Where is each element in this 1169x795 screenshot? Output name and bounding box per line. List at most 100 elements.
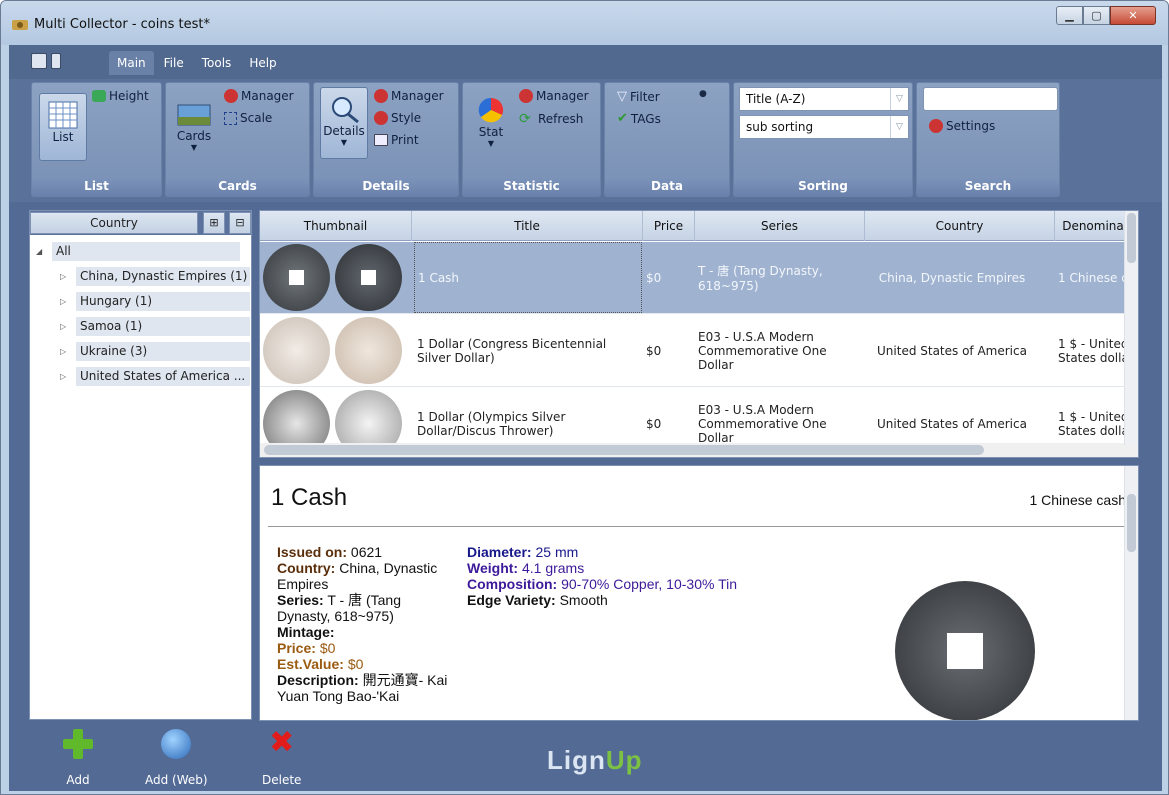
menu-file[interactable]: File [156,51,192,75]
tree-node[interactable]: ▷ China, Dynastic Empires (1) [60,266,250,286]
details-view-button[interactable]: Details ▼ [320,87,368,159]
tree-node[interactable]: ▷ United States of America ... [60,366,250,386]
tree-node[interactable]: ▷ Samoa (1) [60,316,250,336]
detail-title: 1 Cash [271,484,348,511]
cell-series: E03 - U.S.A Modern Commemorative One Dol… [698,329,827,372]
column-header-title[interactable]: Title [412,211,643,241]
coin-obverse-thumbnail [263,244,330,311]
details-icon [332,97,359,124]
details-manager-button[interactable]: Manager [374,89,444,103]
column-header-country[interactable]: Country [865,211,1055,241]
column-header-series[interactable]: Series [695,211,865,241]
minimize-button[interactable]: ▁ [1056,6,1083,25]
menu-main[interactable]: Main [109,51,154,75]
stat-label: Stat [478,125,504,139]
tree-node-all[interactable]: ◢ All [36,241,240,261]
tree-column-header[interactable]: Country [30,212,198,234]
collapsed-arrow-icon[interactable]: ▷ [60,272,70,281]
group-label-sorting: Sorting [734,177,912,196]
cards-manager-button[interactable]: Manager [224,89,294,103]
description-label: Description: [277,672,359,688]
list-icon [48,101,78,129]
print-button[interactable]: Print [374,133,419,147]
height-button[interactable]: Height [92,89,149,103]
logo-text-a: Lign [547,745,606,775]
add-web-label: Add (Web) [145,773,208,787]
refresh-button[interactable]: ⟳ Refresh [519,111,583,127]
cell-title: 1 Cash [414,242,642,313]
stat-button[interactable]: Stat ▼ [467,89,515,157]
grid-vertical-scrollbar[interactable] [1124,211,1138,445]
chevron-down-icon: ▽ [890,116,908,138]
column-header-price[interactable]: Price [643,211,695,241]
subsort-value: sub sorting [746,120,814,134]
group-label-search: Search [917,177,1059,196]
scrollbar-thumb[interactable] [1127,494,1136,552]
add-web-button[interactable]: Add (Web) [145,729,208,787]
style-label: Style [391,111,422,125]
close-button[interactable]: ✕ [1110,6,1156,25]
table-row[interactable]: 1 Cash $0 T - 唐 (Tang Dynasty, 618~975) … [260,242,1138,314]
quick-access [31,53,61,69]
tree-node[interactable]: ▷ Hungary (1) [60,291,250,311]
collapsed-arrow-icon[interactable]: ▷ [60,297,70,306]
stat-dropdown-icon[interactable]: ▼ [488,139,494,148]
style-button[interactable]: Style [374,111,421,125]
collapsed-arrow-icon[interactable]: ▷ [60,347,70,356]
group-label-cards: Cards [166,177,309,196]
search-input[interactable] [923,87,1058,111]
expanded-arrow-icon[interactable]: ◢ [36,247,46,256]
cards-view-button[interactable]: Cards ▼ [170,93,218,161]
ribbon-group-search: Settings Search [916,82,1060,197]
table-row[interactable]: 1 Dollar (Congress Bicentennial Silver D… [260,315,1138,387]
tags-button[interactable]: ✔ TAGs [617,111,661,126]
list-view-label: List [52,130,74,144]
title-bar: Multi Collector - coins test* ▁ ▢ ✕ [1,1,1168,45]
detail-denomination: 1 Chinese cash [1029,492,1126,508]
height-label: Height [109,89,149,103]
detail-vertical-scrollbar[interactable] [1124,466,1138,720]
ribbon: List Height List Cards ▼ Manager Scale C… [9,79,1162,202]
column-header-thumbnail[interactable]: Thumbnail [260,211,412,241]
scrollbar-thumb[interactable] [264,445,984,455]
tree-node-label: China, Dynastic Empires (1) [76,266,250,286]
stat-icon [478,97,504,123]
settings-icon [929,119,943,133]
manager-icon [374,89,388,103]
window-title: Multi Collector - coins test* [34,17,210,32]
lignup-logo: LignUp [547,745,643,776]
sort-select[interactable]: Title (A-Z) ▽ [739,87,909,111]
search-settings-button[interactable]: Settings [929,119,995,133]
menu-tools[interactable]: Tools [194,51,240,75]
est-value-value: $0 [347,656,364,672]
expand-all-button[interactable]: ⊞ [203,212,225,234]
group-label-statistic: Statistic [463,177,600,196]
scrollbar-thumb[interactable] [1127,213,1136,263]
group-label-list: List [32,177,161,196]
scale-button[interactable]: Scale [224,111,272,125]
subsort-select[interactable]: sub sorting ▽ [739,115,909,139]
filter-button[interactable]: ▽ Filter [617,89,660,104]
cards-dropdown-icon[interactable]: ▼ [191,143,197,152]
add-button[interactable]: Add [63,729,93,787]
list-view-button[interactable]: List [39,93,87,161]
grid-horizontal-scrollbar[interactable] [260,443,1138,457]
details-dropdown-icon[interactable]: ▼ [341,138,347,147]
collapsed-arrow-icon[interactable]: ▷ [60,372,70,381]
collapsed-arrow-icon[interactable]: ▷ [60,322,70,331]
group-label-data: Data [605,177,729,196]
open-icon[interactable] [51,53,61,69]
save-icon[interactable] [31,53,47,69]
stat-manager-button[interactable]: Manager [519,89,589,103]
height-icon [92,90,106,102]
mintage-label: Mintage: [277,624,335,640]
delete-button[interactable]: ✖ Delete [262,728,301,788]
edge-value: Smooth [559,592,608,608]
coin-image [895,581,1035,720]
menu-help[interactable]: Help [241,51,284,75]
minimize-icon: ▁ [1065,9,1074,22]
collapse-all-button[interactable]: ⊟ [229,212,251,234]
maximize-icon: ▢ [1091,9,1102,22]
maximize-button[interactable]: ▢ [1083,6,1110,25]
tree-node[interactable]: ▷ Ukraine (3) [60,341,250,361]
